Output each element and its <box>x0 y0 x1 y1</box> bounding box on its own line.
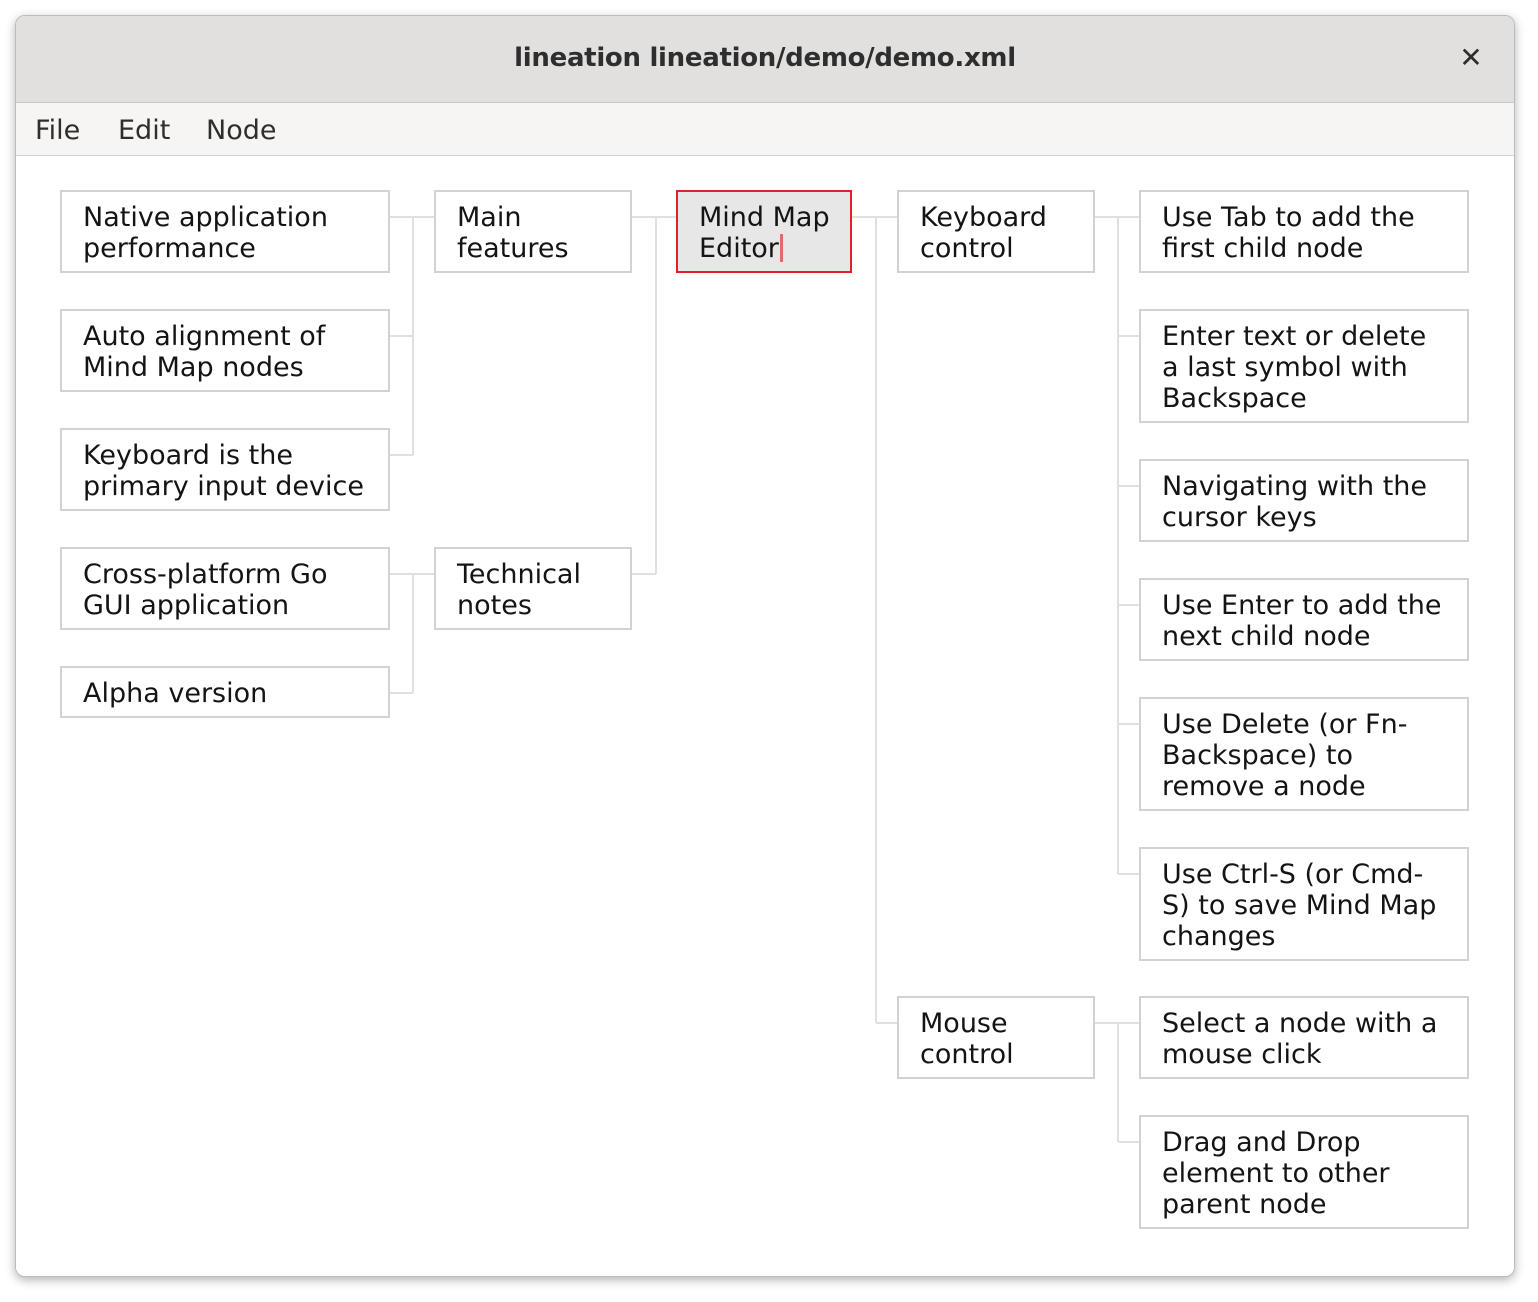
node-mouse-control[interactable]: Mouse control <box>897 996 1095 1079</box>
node-root-selected[interactable]: Mind Map Editor <box>676 190 852 273</box>
node-native-performance[interactable]: Native application performance <box>60 190 390 273</box>
node-auto-alignment[interactable]: Auto alignment of Mind Map nodes <box>60 309 390 392</box>
menu-edit[interactable]: Edit <box>118 115 170 146</box>
node-enter-text[interactable]: Enter text or delete a last symbol with … <box>1139 309 1469 423</box>
root-line-2: Editor <box>699 233 779 264</box>
title-bar: lineation lineation/demo/demo.xml ✕ <box>16 16 1514 103</box>
node-use-delete[interactable]: Use Delete (or Fn-Backspace) to remove a… <box>1139 697 1469 811</box>
node-use-ctrl-s[interactable]: Use Ctrl-S (or Cmd-S) to save Mind Map c… <box>1139 847 1469 961</box>
window-title: lineation lineation/demo/demo.xml <box>514 43 1016 73</box>
menu-bar: File Edit Node <box>16 103 1514 156</box>
close-icon[interactable]: ✕ <box>1456 41 1486 74</box>
menu-node[interactable]: Node <box>206 115 276 146</box>
node-drag-drop[interactable]: Drag and Drop element to other parent no… <box>1139 1115 1469 1229</box>
text-cursor <box>779 234 783 262</box>
node-keyboard-control[interactable]: Keyboard control <box>897 190 1095 273</box>
node-main-features[interactable]: Main features <box>434 190 632 273</box>
node-alpha-version[interactable]: Alpha version <box>60 666 390 718</box>
node-use-enter[interactable]: Use Enter to add the next child node <box>1139 578 1469 661</box>
menu-file[interactable]: File <box>35 115 80 146</box>
node-keyboard-primary[interactable]: Keyboard is the primary input device <box>60 428 390 511</box>
node-cross-platform[interactable]: Cross-platform Go GUI application <box>60 547 390 630</box>
node-navigating[interactable]: Navigating with the cursor keys <box>1139 459 1469 542</box>
node-select-click[interactable]: Select a node with a mouse click <box>1139 996 1469 1079</box>
node-use-tab[interactable]: Use Tab to add the first child node <box>1139 190 1469 273</box>
root-line-1: Mind Map <box>699 202 830 233</box>
node-technical-notes[interactable]: Technical notes <box>434 547 632 630</box>
